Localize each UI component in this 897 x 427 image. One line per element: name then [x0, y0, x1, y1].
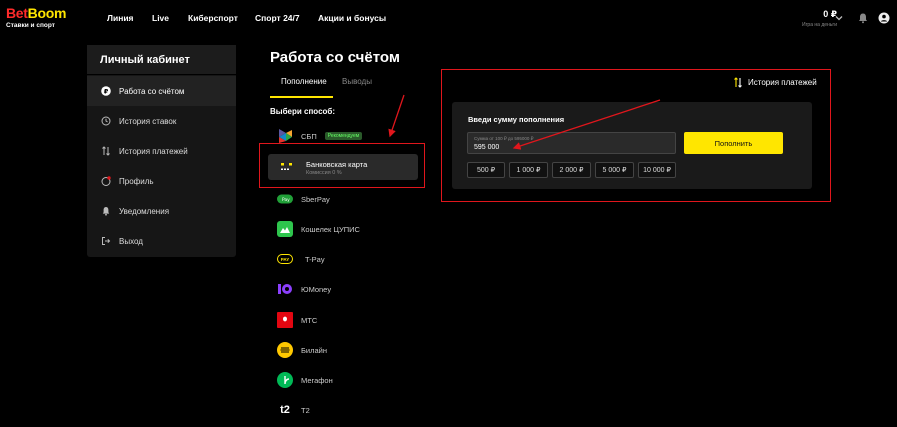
- tab-underline: [270, 96, 333, 98]
- method-label: СБП: [301, 131, 317, 141]
- page-title: Работа со счётом: [270, 49, 400, 66]
- logo-boom: Boom: [27, 5, 67, 21]
- top-header: BetBoom Ставки и спорт Линия Live Киберс…: [0, 0, 897, 38]
- cupis-wallet-icon: [277, 221, 293, 237]
- bell-icon: [102, 207, 110, 216]
- recommended-badge: Рекомендуем: [324, 132, 363, 140]
- yoomoney-icon: [277, 281, 293, 297]
- highlight-box-card: [259, 143, 425, 188]
- method-label: ЮMoney: [301, 284, 332, 294]
- method-label: Кошелек ЦУПИС: [301, 224, 360, 234]
- method-label: Билайн: [301, 345, 327, 355]
- user-icon[interactable]: [878, 12, 890, 24]
- sidebar-title: Личный кабинет: [87, 45, 236, 75]
- method-mts[interactable]: МТС: [277, 309, 317, 331]
- sberpay-icon: Pay: [277, 191, 293, 207]
- profile-icon: [101, 176, 111, 186]
- sidebar-item-profile[interactable]: Профиль: [87, 166, 236, 196]
- method-yoomoney[interactable]: ЮMoney: [277, 278, 331, 300]
- chevron-down-icon[interactable]: [833, 12, 845, 24]
- sidebar-item-label: Выход: [119, 236, 143, 246]
- tab-deposit[interactable]: Пополнение: [281, 77, 327, 86]
- method-cupis[interactable]: Кошелек ЦУПИС: [277, 218, 360, 240]
- arrow-to-card: [388, 94, 405, 138]
- logo-subtitle: Ставки и спорт: [6, 22, 55, 29]
- method-megafon[interactable]: Мегафон: [277, 369, 333, 391]
- account-sidebar: Личный кабинет ₽ Работа со счётом Истори…: [87, 45, 236, 257]
- method-t2[interactable]: t2 T2: [277, 399, 310, 421]
- sidebar-item-label: Уведомления: [119, 206, 170, 216]
- logout-icon: [102, 237, 111, 245]
- method-label: SberPay: [301, 194, 330, 204]
- beeline-icon: [277, 342, 293, 358]
- sidebar-item-label: Профиль: [119, 176, 154, 186]
- nav-esports[interactable]: Киберспорт: [188, 13, 238, 23]
- tpay-icon-text: PAY: [277, 254, 293, 264]
- nav-live[interactable]: Live: [152, 13, 169, 23]
- history-icon: [101, 116, 111, 126]
- sidebar-item-label: История платежей: [119, 146, 188, 156]
- sidebar-item-label: Работа со счётом: [119, 86, 185, 96]
- method-label: Мегафон: [301, 375, 333, 385]
- sidebar-item-bet-history[interactable]: История ставок: [87, 106, 236, 136]
- method-label: МТС: [301, 315, 318, 325]
- tpay-icon: PAY: [277, 251, 293, 267]
- mts-icon: [277, 312, 293, 328]
- choose-method-label: Выбери способ:: [270, 107, 336, 116]
- ruble-icon: ₽: [101, 86, 111, 96]
- highlight-box-deposit: [441, 69, 831, 202]
- logo[interactable]: BetBoom Ставки и спорт: [6, 6, 66, 29]
- nav-promotions[interactable]: Акции и бонусы: [318, 13, 386, 23]
- method-sberpay[interactable]: Pay SberPay: [277, 188, 330, 210]
- svg-text:₽: ₽: [104, 87, 109, 95]
- balance[interactable]: 0 ₽ Игра на деньги: [802, 9, 837, 28]
- arrows-icon: [102, 146, 110, 156]
- sidebar-item-logout[interactable]: Выход: [87, 226, 236, 256]
- svg-text:Pay: Pay: [282, 197, 290, 203]
- balance-mode: Игра на деньги: [802, 22, 837, 28]
- sidebar-item-account[interactable]: ₽ Работа со счётом: [87, 76, 236, 106]
- method-label: T2: [301, 405, 310, 415]
- bell-icon[interactable]: [857, 12, 869, 24]
- method-label: T-Pay: [305, 254, 325, 264]
- sidebar-item-payment-history[interactable]: История платежей: [87, 136, 236, 166]
- t2-icon: t2: [280, 404, 290, 416]
- nav-line[interactable]: Линия: [107, 13, 134, 23]
- sidebar-item-notifications[interactable]: Уведомления: [87, 196, 236, 226]
- method-beeline[interactable]: Билайн: [277, 339, 327, 361]
- method-tpay[interactable]: PAY T-Pay: [277, 248, 325, 270]
- balance-amount: 0 ₽: [823, 9, 837, 19]
- megafon-icon: [277, 372, 293, 388]
- sidebar-item-label: История ставок: [119, 116, 177, 126]
- nav-sport-247[interactable]: Спорт 24/7: [255, 13, 300, 23]
- logo-bet: Bet: [6, 5, 28, 21]
- tab-withdrawals[interactable]: Выводы: [342, 77, 372, 86]
- sbp-icon: [277, 128, 293, 144]
